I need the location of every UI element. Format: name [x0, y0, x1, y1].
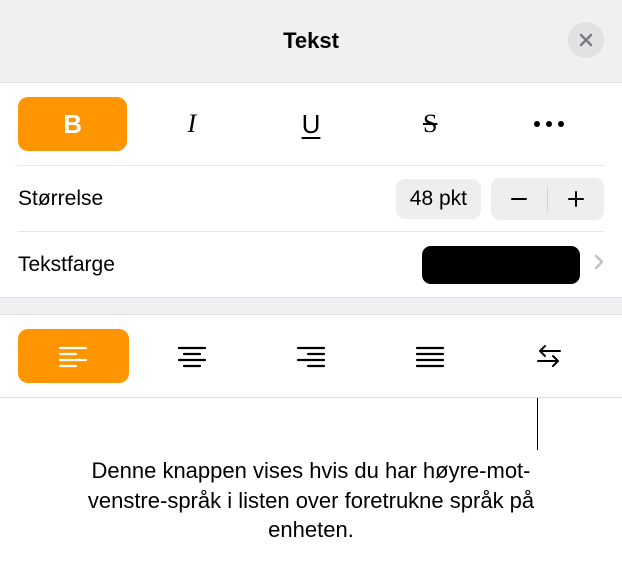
- size-row: Størrelse 48 pkt: [18, 165, 604, 231]
- callout-area: Denne knappen vises hvis du har høyre-mo…: [0, 398, 622, 575]
- bold-button[interactable]: B: [18, 97, 127, 151]
- align-right-icon: [296, 344, 326, 368]
- align-center-button[interactable]: [137, 329, 248, 383]
- size-label: Størrelse: [18, 187, 103, 211]
- underline-icon: U: [302, 109, 321, 140]
- text-color-right: [422, 246, 604, 284]
- size-increase-button[interactable]: [548, 178, 604, 220]
- align-right-button[interactable]: [256, 329, 367, 383]
- size-stepper: [491, 178, 604, 220]
- panel-header: Tekst: [0, 0, 622, 82]
- panel-title: Tekst: [283, 28, 339, 54]
- align-left-icon: [58, 344, 88, 368]
- italic-icon: I: [187, 109, 196, 139]
- callout-text: Denne knappen vises hvis du har høyre-mo…: [71, 456, 551, 545]
- callout-leader-line: [537, 398, 538, 450]
- strikethrough-icon: S: [423, 109, 437, 139]
- size-decrease-button[interactable]: [491, 178, 547, 220]
- plus-icon: [566, 189, 586, 209]
- panel-content: B I U S Størrelse 48 pkt: [0, 82, 622, 397]
- section-gap: [0, 297, 622, 315]
- text-style-row: B I U S: [18, 83, 604, 165]
- align-justify-button[interactable]: [374, 329, 485, 383]
- strikethrough-button[interactable]: S: [376, 97, 485, 151]
- text-color-label: Tekstfarge: [18, 253, 115, 277]
- text-format-panel: Tekst B I U S: [0, 0, 622, 398]
- close-icon: [578, 32, 594, 48]
- rtl-ltr-icon: [534, 344, 564, 368]
- text-direction-button[interactable]: [493, 329, 604, 383]
- italic-button[interactable]: I: [137, 97, 246, 151]
- more-icon: [534, 121, 564, 127]
- align-left-button[interactable]: [18, 329, 129, 383]
- text-color-row[interactable]: Tekstfarge: [18, 231, 604, 297]
- chevron-right-icon: [594, 254, 604, 275]
- underline-button[interactable]: U: [256, 97, 365, 151]
- close-button[interactable]: [568, 22, 604, 58]
- size-value-button[interactable]: 48 pkt: [396, 179, 481, 219]
- align-justify-icon: [415, 344, 445, 368]
- align-center-icon: [177, 344, 207, 368]
- size-controls: 48 pkt: [396, 178, 604, 220]
- minus-icon: [509, 189, 529, 209]
- text-color-swatch[interactable]: [422, 246, 580, 284]
- alignment-row: [18, 315, 604, 397]
- more-styles-button[interactable]: [495, 97, 604, 151]
- bold-icon: B: [63, 109, 82, 140]
